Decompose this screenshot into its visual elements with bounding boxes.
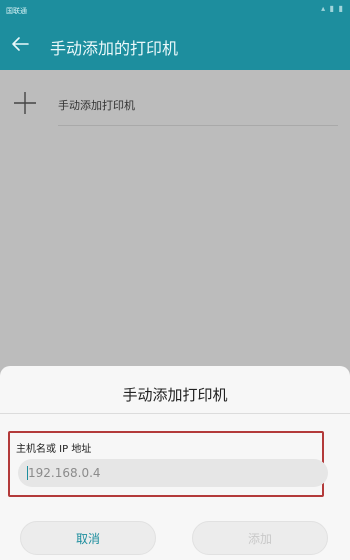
app-bar: 手动添加的打印机 bbox=[0, 20, 350, 70]
status-icons: ▴ ▮ ▮ bbox=[321, 4, 344, 13]
row-divider bbox=[58, 125, 338, 126]
status-bar: 国联通 ▴ ▮ ▮ bbox=[0, 0, 350, 20]
add-button[interactable]: 添加 bbox=[192, 521, 328, 555]
cancel-button[interactable]: 取消 bbox=[20, 521, 156, 555]
add-printer-item[interactable]: 手动添加打印机 bbox=[0, 80, 350, 126]
dialog-title: 手动添加打印机 bbox=[122, 386, 228, 404]
text-cursor bbox=[27, 466, 28, 480]
dialog-divider bbox=[0, 413, 350, 414]
arrow-left-icon[interactable] bbox=[8, 32, 32, 56]
host-field-label: 主机名或 IP 地址 bbox=[16, 444, 92, 455]
host-ip-input[interactable] bbox=[18, 459, 328, 487]
host-field-group: 主机名或 IP 地址 bbox=[8, 431, 328, 497]
plus-icon bbox=[14, 92, 36, 114]
add-printer-dialog: 手动添加打印机 主机名或 IP 地址 取消 添加 bbox=[0, 366, 350, 560]
add-printer-label: 手动添加打印机 bbox=[58, 99, 135, 112]
page-title: 手动添加的打印机 bbox=[50, 39, 179, 58]
carrier-text: 国联通 bbox=[6, 7, 27, 15]
